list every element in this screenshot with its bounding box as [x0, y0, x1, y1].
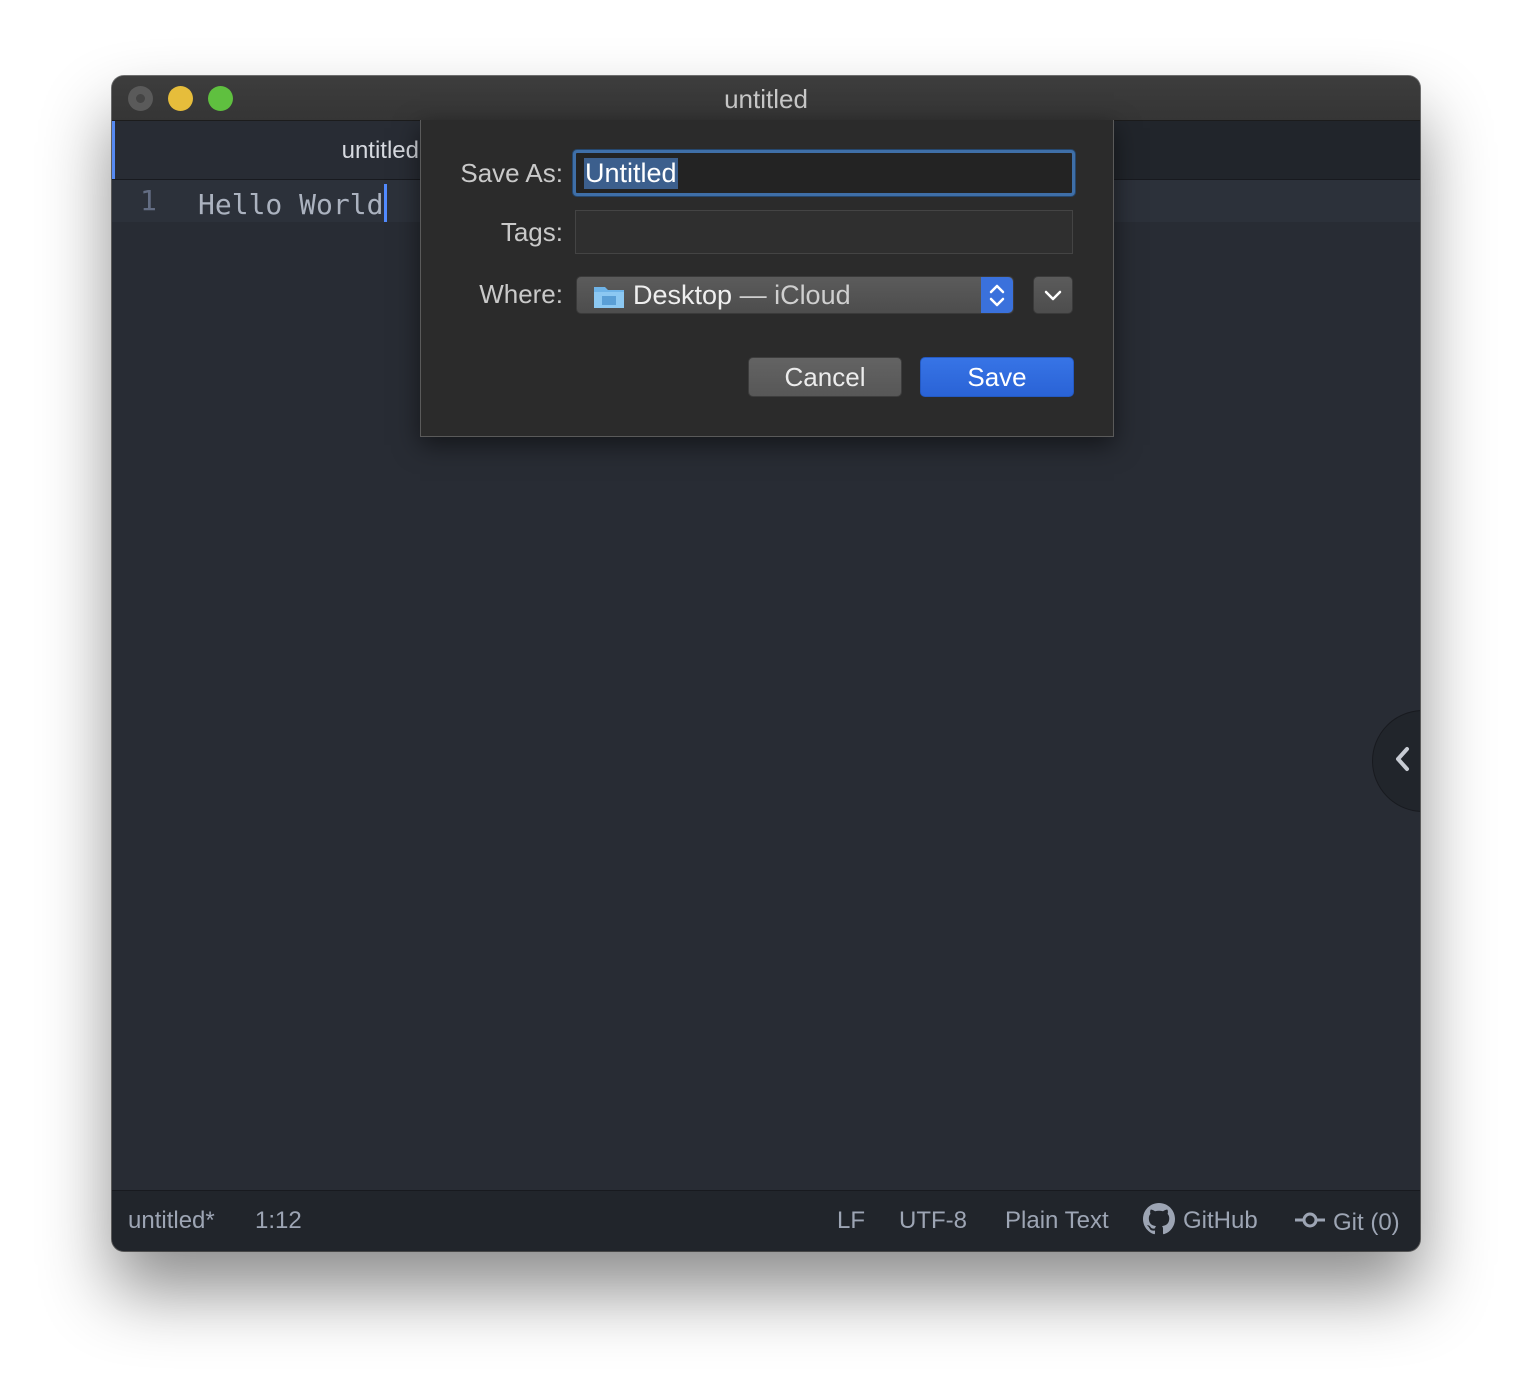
tab-untitled[interactable]: untitled: [112, 121, 425, 179]
cancel-button[interactable]: Cancel: [748, 357, 902, 397]
folder-icon: [593, 283, 625, 309]
git-label: Git (0): [1333, 1209, 1400, 1236]
chevron-left-icon: [1393, 745, 1413, 780]
status-grammar[interactable]: Plain Text: [1005, 1207, 1109, 1235]
status-line-ending[interactable]: LF: [837, 1207, 865, 1235]
github-icon: [1143, 1203, 1175, 1235]
where-service-name: — iCloud: [732, 280, 851, 310]
save-button[interactable]: Save: [920, 357, 1074, 397]
chevron-down-icon: [1034, 290, 1072, 317]
tags-field[interactable]: [575, 210, 1073, 254]
tab-label: untitled: [341, 137, 419, 164]
status-bar: untitled* 1:12 LF UTF-8 Plain Text GitHu…: [112, 1190, 1420, 1251]
status-encoding[interactable]: UTF-8: [899, 1207, 967, 1235]
where-folder-name: Desktop: [633, 280, 733, 310]
expand-dialog-button[interactable]: [1033, 276, 1073, 314]
text-caret: [384, 184, 388, 222]
save-as-value: Untitled: [584, 158, 678, 189]
title-bar: untitled: [112, 76, 1420, 121]
where-location-select[interactable]: Desktop — iCloud: [576, 276, 1014, 314]
where-label: Where:: [479, 279, 563, 309]
tags-label: Tags:: [500, 217, 563, 247]
status-git[interactable]: Git (0): [1295, 1207, 1400, 1237]
dock-toggle-button[interactable]: [1372, 710, 1420, 812]
line-number: 1: [140, 184, 157, 217]
status-github[interactable]: GitHub: [1143, 1203, 1258, 1235]
up-down-chevron-icon: [981, 277, 1013, 313]
git-commit-icon: [1295, 1207, 1325, 1228]
status-file-name[interactable]: untitled*: [128, 1207, 215, 1235]
github-label: GitHub: [1183, 1207, 1258, 1234]
code-line[interactable]: Hello World: [198, 184, 388, 222]
window-title: untitled: [724, 84, 808, 114]
code-line-text: Hello World: [198, 188, 384, 221]
save-dialog: Save As: Untitled Tags: Where: Desktop —…: [420, 120, 1114, 437]
where-location-text: Desktop — iCloud: [633, 280, 851, 311]
status-cursor-position[interactable]: 1:12: [255, 1207, 302, 1235]
save-as-field[interactable]: Untitled: [573, 150, 1075, 196]
save-as-label: Save As:: [460, 158, 563, 188]
